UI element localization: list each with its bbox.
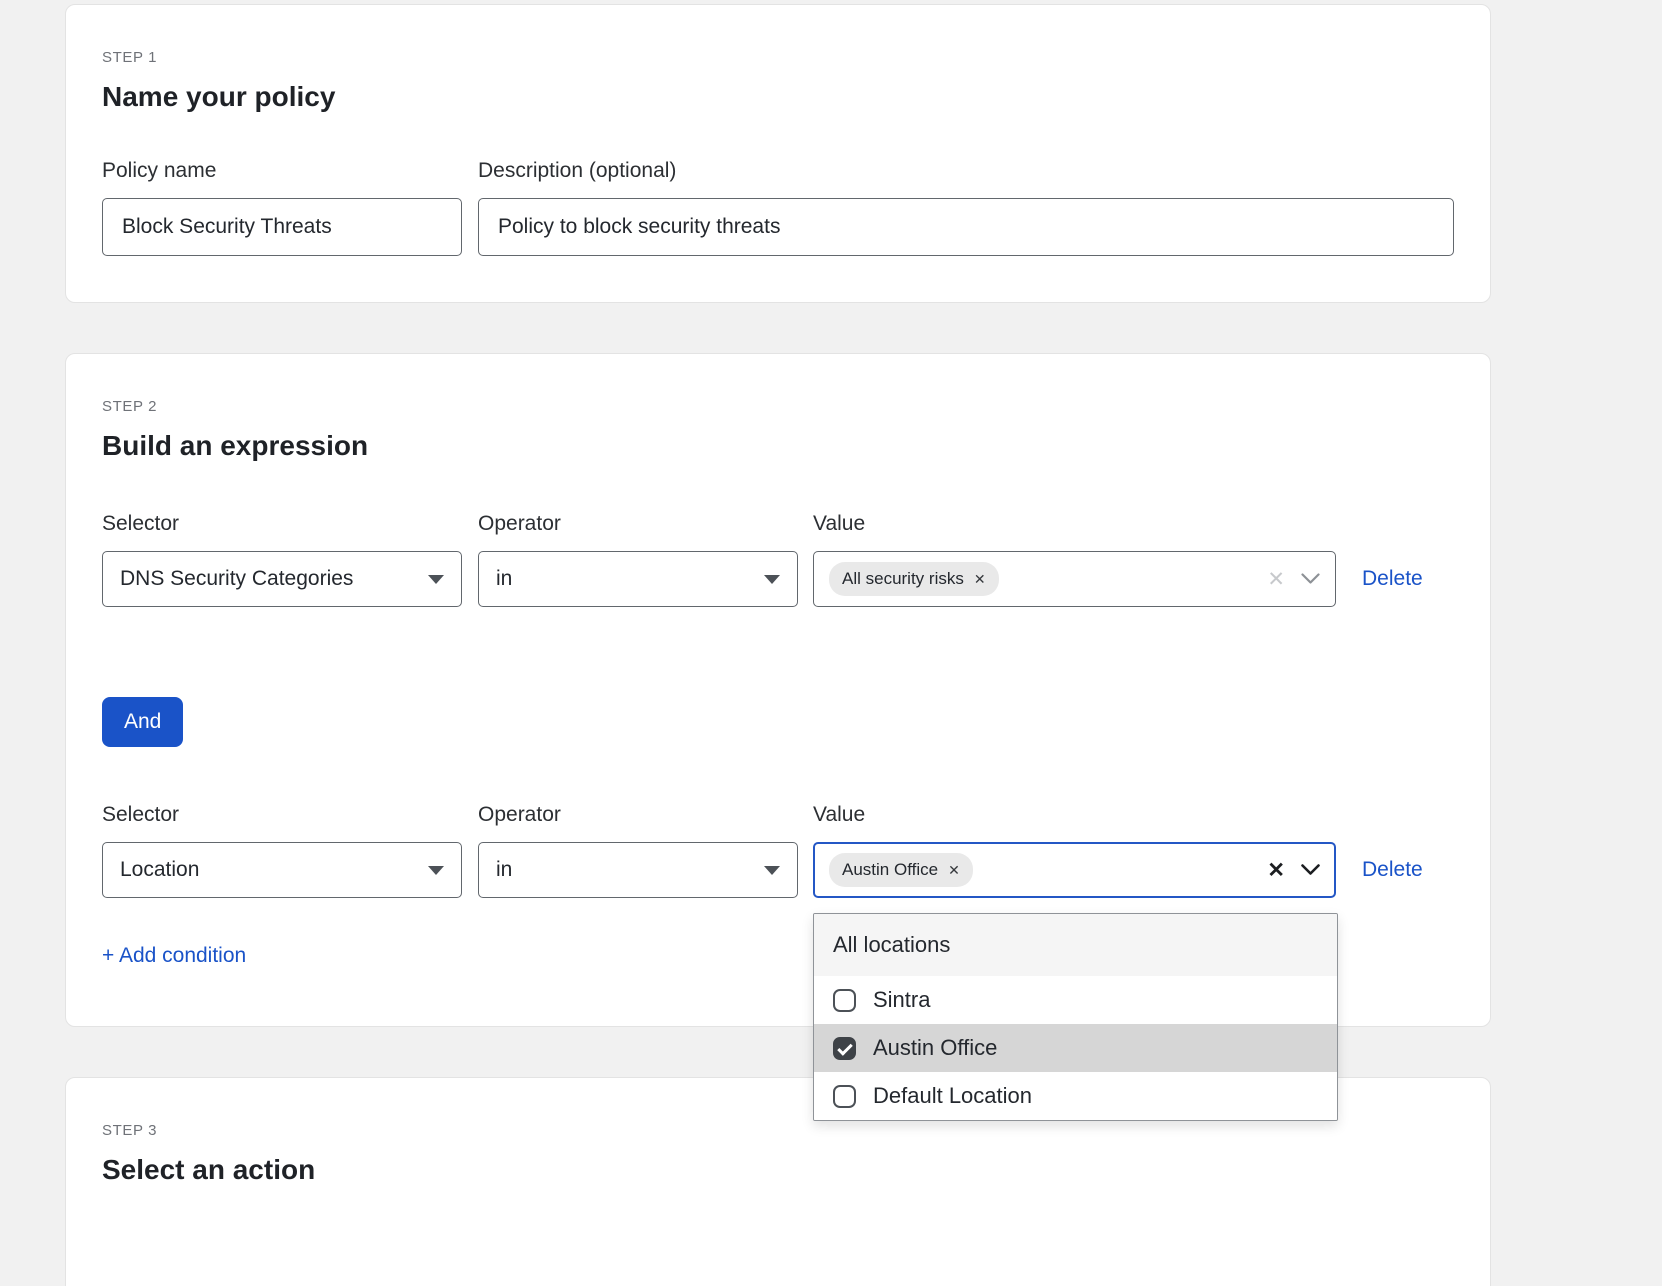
checkbox-icon[interactable] xyxy=(833,1085,856,1108)
step3-title: Select an action xyxy=(102,1154,1454,1186)
condition-1-labels: Selector Operator Value xyxy=(102,512,1454,536)
policy-name-input[interactable] xyxy=(102,198,462,256)
dropdown-option-label: Default Location xyxy=(873,1083,1032,1109)
clear-value-icon[interactable]: ✕ xyxy=(1267,569,1285,590)
remove-tag-icon[interactable]: ✕ xyxy=(974,572,986,586)
step3-label: STEP 3 xyxy=(102,1122,1454,1139)
value-tag-label: All security risks xyxy=(842,569,964,589)
step1-label: STEP 1 xyxy=(102,49,1454,66)
policy-name-label: Policy name xyxy=(102,159,462,183)
page: STEP 1 Name your policy Policy name Desc… xyxy=(0,0,1662,1286)
description-input[interactable] xyxy=(478,198,1454,256)
step2-label: STEP 2 xyxy=(102,398,1454,415)
operator-dropdown-2-value: in xyxy=(496,858,512,882)
multiselect-controls: ✕ xyxy=(1267,569,1320,590)
value-multiselect-1[interactable]: All security risks ✕ ✕ xyxy=(813,551,1336,607)
selector-dropdown-1[interactable]: DNS Security Categories xyxy=(102,551,462,607)
dropdown-group-header: All locations xyxy=(814,914,1337,976)
dropdown-option-austin-office[interactable]: Austin Office xyxy=(814,1024,1337,1072)
checkbox-checked-icon[interactable] xyxy=(833,1037,856,1060)
value-field-wrap-1: All security risks ✕ ✕ xyxy=(813,551,1336,607)
value-tag: Austin Office ✕ xyxy=(829,853,973,887)
chevron-down-icon[interactable] xyxy=(1301,864,1320,876)
value-multiselect-2[interactable]: Austin Office ✕ ✕ xyxy=(813,842,1336,898)
selector-dropdown-2-value: Location xyxy=(120,858,199,882)
dropdown-option-sintra[interactable]: Sintra xyxy=(814,976,1337,1024)
clear-value-icon[interactable]: ✕ xyxy=(1267,860,1285,881)
operator-dropdown-1-value: in xyxy=(496,567,512,591)
selector-column-label: Selector xyxy=(102,803,462,827)
add-condition-link[interactable]: + Add condition xyxy=(102,944,246,968)
policy-name-field: Policy name xyxy=(102,159,462,256)
dropdown-option-label: Sintra xyxy=(873,987,930,1013)
chevron-down-icon xyxy=(428,866,444,875)
multiselect-controls: ✕ xyxy=(1267,860,1320,881)
dropdown-option-default-location[interactable]: Default Location xyxy=(814,1072,1337,1120)
chevron-down-icon xyxy=(764,575,780,584)
operator-dropdown-2[interactable]: in xyxy=(478,842,798,898)
value-tag: All security risks ✕ xyxy=(829,562,999,596)
operator-column-label: Operator xyxy=(478,803,798,827)
condition-row-1: DNS Security Categories in All security … xyxy=(102,551,1454,607)
operator-dropdown-1[interactable]: in xyxy=(478,551,798,607)
dropdown-option-label: Austin Office xyxy=(873,1035,997,1061)
condition-2-labels: Selector Operator Value xyxy=(102,803,1454,827)
selector-dropdown-2[interactable]: Location xyxy=(102,842,462,898)
description-field: Description (optional) xyxy=(478,159,1454,256)
chevron-down-icon[interactable] xyxy=(1301,573,1320,585)
and-button[interactable]: And xyxy=(102,697,183,747)
value-tag-label: Austin Office xyxy=(842,860,938,880)
step1-title: Name your policy xyxy=(102,81,1454,113)
description-label: Description (optional) xyxy=(478,159,1454,183)
step1-fields: Policy name Description (optional) xyxy=(102,159,1454,256)
delete-condition-1-link[interactable]: Delete xyxy=(1362,567,1423,591)
selector-column-label: Selector xyxy=(102,512,462,536)
step2-title: Build an expression xyxy=(102,430,1454,462)
chevron-down-icon xyxy=(764,866,780,875)
step2-card: STEP 2 Build an expression Selector Oper… xyxy=(65,353,1491,1027)
delete-condition-2-link[interactable]: Delete xyxy=(1362,858,1423,882)
remove-tag-icon[interactable]: ✕ xyxy=(948,863,960,877)
operator-column-label: Operator xyxy=(478,512,798,536)
condition-row-2: Location in Austin Office ✕ ✕ xyxy=(102,842,1454,898)
value-field-wrap-2: Austin Office ✕ ✕ All locations xyxy=(813,842,1336,898)
selector-dropdown-1-value: DNS Security Categories xyxy=(120,567,353,591)
value-column-label: Value xyxy=(813,803,1336,827)
value-column-label: Value xyxy=(813,512,1336,536)
chevron-down-icon xyxy=(428,575,444,584)
step1-card: STEP 1 Name your policy Policy name Desc… xyxy=(65,4,1491,303)
value-dropdown-panel: All locations Sintra Austin Office Defau… xyxy=(813,913,1338,1121)
checkbox-icon[interactable] xyxy=(833,989,856,1012)
